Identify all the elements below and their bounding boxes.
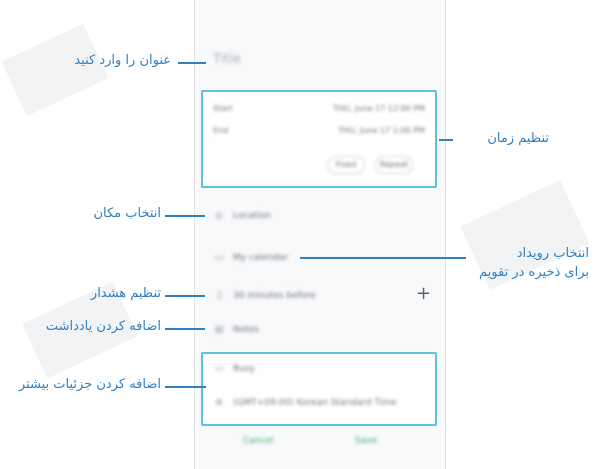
repeat-button[interactable]: Repeat (375, 156, 413, 174)
status-text: Busy (233, 364, 255, 374)
calendar-text: My calendar (233, 253, 289, 263)
cancel-button[interactable]: Cancel (243, 436, 274, 446)
timezone-field[interactable]: ⊕ (GMT+09:00) Korean Standard Time (213, 398, 397, 408)
calendar-icon: ▭ (214, 253, 224, 263)
timezone-text: (GMT+09:00) Korean Standard Time (233, 398, 397, 408)
end-label: End (213, 126, 229, 135)
title-input[interactable]: Title (213, 52, 241, 67)
end-value[interactable]: THU, June 17 1:00 PM (338, 126, 425, 135)
status-field[interactable]: ▭ Busy (213, 364, 255, 374)
location-callout: انتخاب مکان (93, 206, 161, 221)
location-field[interactable]: ◎ Location (213, 211, 271, 221)
location-pin-icon: ◎ (215, 211, 223, 221)
details-callout-line (165, 386, 206, 388)
more-details-panel: ▭ Busy ⊕ (GMT+09:00) Korean Standard Time (201, 352, 437, 426)
location-text: Location (233, 211, 272, 221)
time-callout: تنظیم زمان (487, 131, 549, 146)
note-icon: ▤ (214, 325, 224, 335)
calendar-selector[interactable]: ▭ My calendar (213, 253, 288, 263)
time-callout-line (439, 139, 453, 141)
time-settings-panel: Start THU, June 17 12:00 PM End THU, Jun… (201, 90, 437, 188)
location-callout-line (165, 215, 205, 217)
note-callout: اضافه کردن یادداشت (45, 319, 161, 334)
save-button[interactable]: Save (355, 436, 377, 446)
calendar-callout-line (300, 257, 466, 259)
details-callout: اضافه کردن جزئیات بیشتر (18, 377, 161, 392)
note-callout-line (165, 328, 205, 330)
reminder-callout-line (165, 295, 205, 297)
globe-icon: ⊕ (215, 398, 223, 408)
background-shape (1, 23, 109, 117)
bell-icon: ♫ (214, 291, 224, 301)
title-callout: عنوان را وارد کنید (74, 53, 171, 68)
all-day-button[interactable]: Fixed (327, 156, 365, 174)
note-field[interactable]: ▤ Notes (213, 325, 259, 335)
plus-icon[interactable]: + (416, 283, 431, 304)
start-label: Start (213, 104, 233, 113)
note-text: Notes (233, 325, 259, 335)
status-icon: ▭ (214, 364, 224, 374)
calendar-callout-line1: انتخاب رویداد (516, 246, 589, 261)
reminder-text: 30 minutes before (233, 291, 316, 301)
calendar-callout-line2: برای ذخیره در تقویم (479, 265, 589, 280)
reminder-field[interactable]: ♫ 30 minutes before (213, 291, 316, 301)
event-editor-screen: Title Start THU, June 17 12:00 PM End TH… (194, 0, 446, 469)
title-callout-line (178, 62, 206, 64)
reminder-callout: تنظیم هشدار (90, 286, 161, 301)
start-value[interactable]: THU, June 17 12:00 PM (333, 104, 425, 113)
